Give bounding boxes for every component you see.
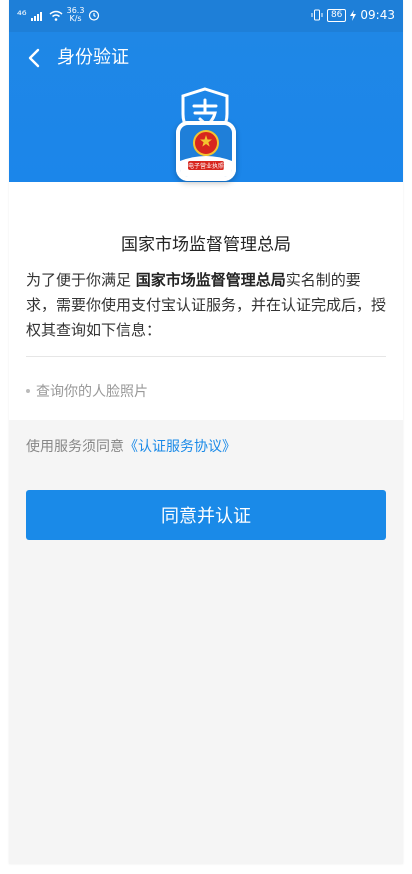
network-speed: 36.3 K/s <box>67 7 85 23</box>
description-org: 国家市场监督管理总局 <box>135 271 286 289</box>
status-right: 86 09:43 <box>311 8 395 22</box>
status-left: ⁴⁶ 36.3 K/s <box>17 7 100 23</box>
info-item-label: 查询你的人脸照片 <box>36 384 148 400</box>
agreement-text: 使用服务须同意《认证服务协议》 <box>26 436 236 456</box>
auth-info-card: 国家市场监督管理总局 为了便于你满足 国家市场监督管理总局实名制的要求，需要你使… <box>9 182 403 420</box>
signal-label: ⁴⁶ <box>17 8 27 22</box>
app-screen: ⁴⁶ 36.3 K/s 86 09:43 身份验证 国家市场监督管理总局 为了便… <box>9 0 403 864</box>
organization-logo: 电子营业执照 <box>176 121 236 181</box>
vibrate-icon <box>311 9 323 21</box>
battery-level: 86 <box>326 8 347 22</box>
national-emblem-icon: 电子营业执照 <box>176 121 236 181</box>
alarm-icon <box>89 10 100 21</box>
authorization-description: 为了便于你满足 国家市场监督管理总局实名制的要求，需要你使用支付宝认证服务，并在… <box>26 268 388 343</box>
agreement-link[interactable]: 《认证服务协议》 <box>124 439 236 455</box>
signal-icon <box>30 11 42 21</box>
bullet-dot <box>26 389 30 393</box>
agree-and-verify-button[interactable]: 同意并认证 <box>26 490 386 540</box>
logo-caption: 电子营业执照 <box>188 162 224 170</box>
page-title: 身份验证 <box>57 47 129 68</box>
charging-icon <box>350 9 357 21</box>
description-part1: 为了便于你满足 <box>26 271 136 289</box>
wifi-icon <box>49 10 63 21</box>
agreement-prefix: 使用服务须同意 <box>26 439 124 455</box>
status-time: 09:43 <box>360 8 395 22</box>
divider <box>26 356 386 357</box>
back-arrow-icon[interactable] <box>23 46 47 70</box>
organization-name: 国家市场监督管理总局 <box>121 235 291 255</box>
info-item: 查询你的人脸照片 <box>26 381 148 401</box>
status-bar: ⁴⁶ 36.3 K/s 86 09:43 <box>9 0 403 32</box>
speed-unit: K/s <box>69 14 82 23</box>
